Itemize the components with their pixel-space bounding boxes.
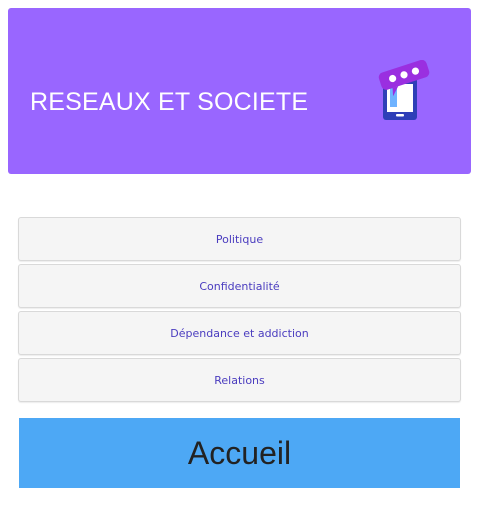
page-title: RESEAUX ET SOCIETE bbox=[30, 88, 309, 116]
header-banner: RESEAUX ET SOCIETE bbox=[8, 8, 471, 174]
home-button[interactable]: Accueil bbox=[19, 418, 460, 488]
menu-item-relations[interactable]: Relations bbox=[18, 358, 461, 402]
menu-item-confidentialite[interactable]: Confidentialité bbox=[18, 264, 461, 308]
menu-item-dependance[interactable]: Dépendance et addiction bbox=[18, 311, 461, 355]
phone-chat-icon bbox=[378, 60, 430, 120]
topic-menu: Politique Confidentialité Dépendance et … bbox=[18, 217, 461, 405]
menu-item-politique[interactable]: Politique bbox=[18, 217, 461, 261]
menu-item-label: Relations bbox=[214, 373, 265, 387]
menu-item-label: Politique bbox=[215, 232, 264, 246]
menu-item-label: Confidentialité bbox=[199, 279, 280, 293]
home-button-label: Accueil bbox=[187, 434, 292, 471]
menu-item-label: Dépendance et addiction bbox=[170, 326, 309, 340]
